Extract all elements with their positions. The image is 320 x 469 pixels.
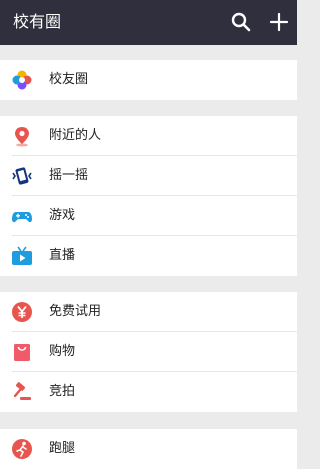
menu-item-games[interactable]: 游戏 bbox=[0, 196, 297, 236]
gamepad-icon bbox=[11, 205, 33, 227]
flower-icon bbox=[11, 69, 33, 91]
plus-icon bbox=[269, 12, 289, 32]
location-pin-icon bbox=[11, 125, 33, 147]
menu-item-label: 校友圈 bbox=[49, 72, 89, 87]
group-moments: 校友圈 bbox=[0, 60, 297, 100]
top-bar: 校有圈 bbox=[0, 0, 297, 45]
add-button[interactable] bbox=[267, 10, 291, 34]
search-icon bbox=[231, 12, 251, 32]
search-button[interactable] bbox=[229, 10, 253, 34]
menu-item-live[interactable]: 直播 bbox=[0, 236, 297, 276]
menu-item-auction[interactable]: 竞拍 bbox=[0, 372, 297, 412]
menu-item-shake[interactable]: 摇一摇 bbox=[0, 156, 297, 196]
phone-shake-icon bbox=[11, 165, 33, 187]
shopping-bag-icon bbox=[11, 341, 33, 363]
menu-item-moments[interactable]: 校友圈 bbox=[0, 60, 297, 100]
app-title: 校有圈 bbox=[13, 12, 62, 31]
group-errands: 跑腿 bbox=[0, 429, 297, 469]
group-shopping: 免费试用 购物 竞拍 bbox=[0, 292, 297, 412]
menu-item-label: 竞拍 bbox=[49, 384, 76, 399]
gavel-icon bbox=[11, 381, 33, 403]
menu-item-label: 跑腿 bbox=[49, 441, 76, 456]
menu-item-label: 购物 bbox=[49, 344, 76, 359]
menu-item-label: 附近的人 bbox=[49, 128, 102, 143]
menu-item-label: 免费试用 bbox=[49, 304, 102, 319]
menu-item-errands[interactable]: 跑腿 bbox=[0, 429, 297, 469]
menu-item-label: 摇一摇 bbox=[49, 168, 89, 183]
menu-item-nearby[interactable]: 附近的人 bbox=[0, 116, 297, 156]
yen-icon bbox=[11, 301, 33, 323]
menu-item-shopping[interactable]: 购物 bbox=[0, 332, 297, 372]
runner-icon bbox=[11, 438, 33, 460]
menu-item-label: 游戏 bbox=[49, 208, 76, 223]
group-social: 附近的人 摇一摇 游戏 直播 bbox=[0, 116, 297, 276]
menu-item-label: 直播 bbox=[49, 248, 76, 263]
tv-icon bbox=[11, 245, 33, 267]
menu-item-free-trial[interactable]: 免费试用 bbox=[0, 292, 297, 332]
